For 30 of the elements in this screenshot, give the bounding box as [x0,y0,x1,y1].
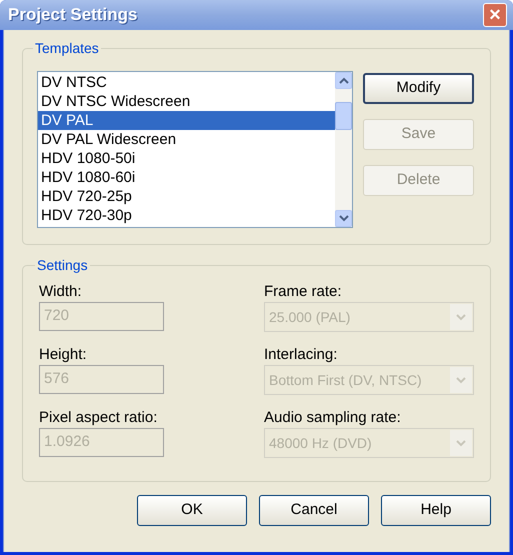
template-item[interactable]: DV PAL Widescreen [38,130,335,149]
scrollbar[interactable] [335,72,352,227]
dropdown-label: Audio sampling rate: [264,408,402,428]
scroll-down-button[interactable] [335,210,352,227]
chevron-down-icon [456,376,466,384]
dialog-button[interactable]: Cancel [259,495,369,526]
field-label: Pixel aspect ratio: [39,408,158,428]
scroll-thumb[interactable] [335,102,352,130]
scroll-up-button[interactable] [335,72,352,89]
chevron-up-icon [338,77,348,84]
template-item[interactable]: HDV 720-25p [38,187,335,206]
template-item[interactable]: DV NTSC Widescreen [38,92,335,111]
template-item[interactable]: HDV 1080-60i [38,168,335,187]
chevron-down-icon [338,215,348,222]
chevron-down-icon [456,314,466,320]
dropdown-label: Frame rate: [264,282,343,302]
dropdown-label: Interlacing: [264,345,338,365]
group-title: Templates [34,39,100,58]
chevron-down-icon [456,440,466,446]
template-item[interactable]: DV PAL [38,111,335,130]
template-item[interactable]: HDV 1080-50i [38,149,335,168]
dialog-button[interactable]: OK [137,495,247,526]
group-title: Settings [36,256,89,275]
field-label: Width: [39,282,83,302]
template-item[interactable]: DV NTSC [38,73,335,92]
template-item[interactable]: HDV 720-30p [38,206,335,225]
field-label: Height: [39,345,88,365]
template-button[interactable]: Modify [363,73,474,104]
window-title: Project Settings [7,4,138,26]
dialog-button[interactable]: Help [381,495,491,526]
